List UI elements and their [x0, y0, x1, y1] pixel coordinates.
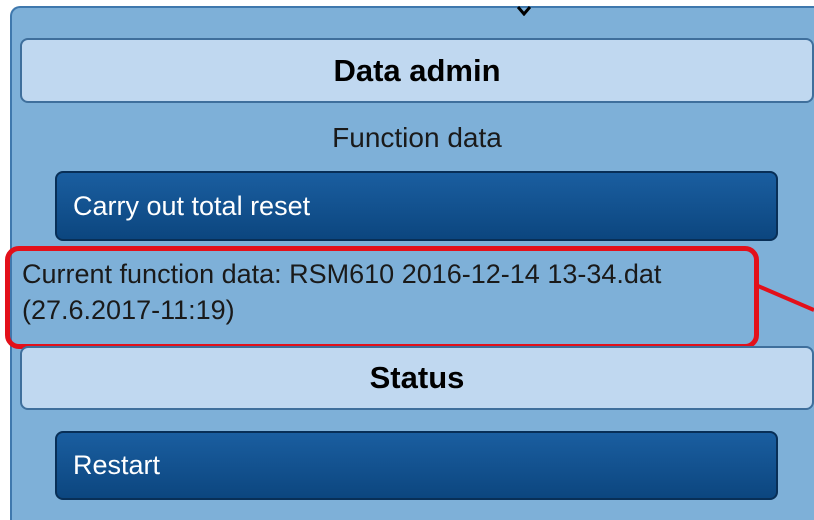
callout-line: [758, 284, 814, 312]
restart-button[interactable]: Restart: [55, 431, 778, 500]
section-header-data-admin: Data admin: [20, 38, 814, 103]
caret-icon: [517, 6, 531, 16]
section-header-label: Status: [369, 360, 465, 395]
total-reset-button[interactable]: Carry out total reset: [55, 171, 778, 241]
section-header-status: Status: [20, 346, 814, 410]
restart-button-label: Restart: [73, 450, 161, 480]
section-header-label: Data admin: [333, 52, 501, 88]
total-reset-button-label: Carry out total reset: [73, 190, 311, 221]
function-data-caption: Function data: [332, 122, 502, 153]
highlight-annotation-box: [5, 246, 759, 349]
